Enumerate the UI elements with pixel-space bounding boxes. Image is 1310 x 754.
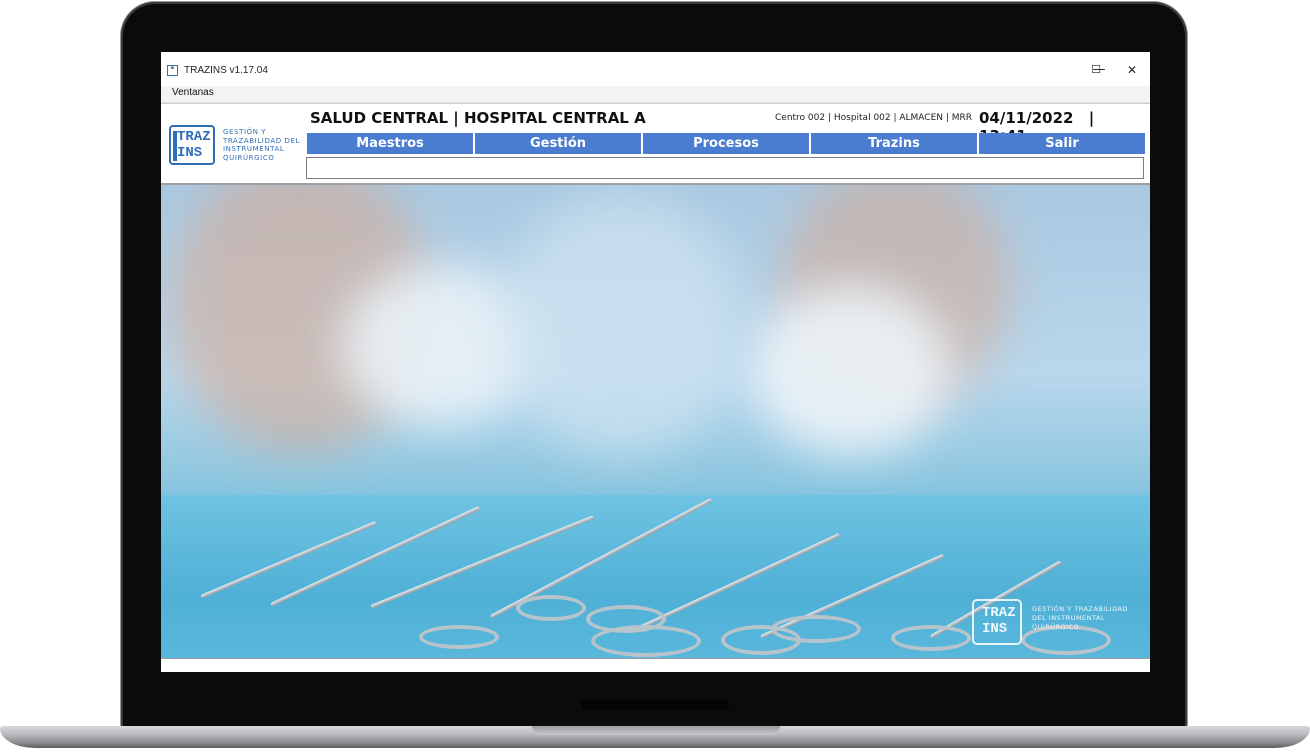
photo-blur-mask-right (751, 285, 951, 455)
org-name: SALUD CENTRAL | HOSPITAL CENTRAL A (310, 109, 646, 127)
watermark-line2: INS (982, 621, 1008, 637)
logo-tagline: GESTIÓN Y TRAZABILIDAD DEL INSTRUMENTAL … (223, 128, 301, 162)
scissor-ring-1 (419, 625, 499, 649)
watermark-tagline: GESTIÓN Y TRAZABILIDAD DEL INSTRUMENTAL … (1032, 605, 1129, 631)
date-time-separator: | (1088, 109, 1095, 127)
scissor-ring-7 (891, 625, 971, 651)
app-window: ▪ TRAZINS v1.17.04 — ☐ ✕ Ventanas TRAZ I… (161, 52, 1150, 672)
laptop-hinge (581, 700, 729, 710)
laptop-notch (532, 726, 780, 735)
centro-info: Centro 002 | Hospital 002 | ALMACEN | MR… (775, 113, 973, 123)
menu-item-ventanas[interactable]: Ventanas (172, 87, 214, 98)
scissor-ring-6 (771, 615, 861, 643)
nav-trazins-button[interactable]: Trazins (811, 133, 977, 154)
watermark-logo-icon: TRAZ INS (972, 599, 1022, 645)
scissor-ring-4 (591, 625, 701, 657)
app-header: TRAZ INS GESTIÓN Y TRAZABILIDAD DEL INST… (161, 103, 1150, 185)
status-bar (161, 658, 1150, 672)
photo-blur-center (501, 195, 741, 455)
logo-side-bar (173, 131, 177, 161)
background-photo: TRAZ INS GESTIÓN Y TRAZABILIDAD DEL INST… (161, 185, 1150, 658)
logo-line1: TRAZ (177, 129, 211, 145)
menu-bar: Ventanas (161, 86, 1150, 103)
current-date: 04/11/2022 (979, 109, 1074, 127)
logo-line2: INS (177, 145, 203, 161)
window-title: TRAZINS v1.17.04 (184, 65, 268, 76)
nav-gestion-button[interactable]: Gestión (475, 133, 641, 154)
main-nav: Maestros Gestión Procesos Trazins Salir (307, 133, 1145, 154)
watermark-line1: TRAZ (982, 605, 1016, 621)
title-bar: ▪ TRAZINS v1.17.04 — ☐ ✕ (161, 52, 1150, 86)
nav-salir-button[interactable]: Salir (979, 133, 1145, 154)
close-button[interactable]: ✕ (1118, 61, 1146, 79)
maximize-button[interactable]: ☐ (1082, 61, 1110, 79)
trazins-logo-icon: TRAZ INS (169, 125, 215, 165)
minimize-button-2 (1049, 61, 1077, 79)
trazins-app-icon: ▪ (167, 65, 178, 76)
nav-procesos-button[interactable]: Procesos (643, 133, 809, 154)
status-field[interactable] (306, 157, 1144, 179)
scissor-ring-2 (516, 595, 586, 621)
nav-maestros-button[interactable]: Maestros (307, 133, 473, 154)
